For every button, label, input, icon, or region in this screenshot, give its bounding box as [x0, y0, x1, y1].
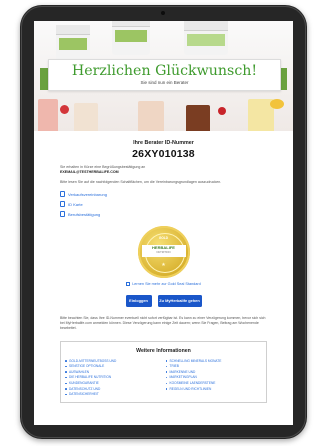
- document-link-id-card[interactable]: ID Karte: [60, 201, 267, 208]
- congrats-subtitle: Sie sind nun ein Berater: [140, 80, 189, 85]
- product-container-right: [184, 21, 228, 55]
- info-link[interactable]: KOOSMEINE LAENDERSTENE: [165, 381, 263, 386]
- info-link[interactable]: DATENSCHUTZ UND: [65, 387, 162, 392]
- seal-band: HERBALIFE NUTRITION: [141, 244, 186, 257]
- seal-tagline: NUTRITION: [156, 250, 171, 254]
- seal-top-text: GOLD: [158, 235, 169, 240]
- more-info-col-left: GOLD-MITTERNEUTBOSS UND SENSTIGE OPTIONA…: [65, 359, 162, 398]
- info-link[interactable]: TRIEB: [165, 364, 263, 369]
- main-content: Ihre Berater ID-Nummer 26XY010138 Sie er…: [34, 131, 293, 403]
- document-label: ID Karte: [68, 201, 83, 207]
- more-info-columns: GOLD-MITTERNEUTBOSS UND SENSTIGE OPTIONA…: [65, 359, 262, 398]
- congrats-banner: Herzlichen Glückwunsch! Sie sind nun ein…: [48, 59, 281, 91]
- cherry-image: [218, 107, 226, 115]
- gold-seal-container: GOLD HERBALIFE NUTRITION ★: [60, 225, 267, 278]
- shake-glass-cream: [74, 103, 98, 131]
- info-link[interactable]: REGELN UND RICHTLINIEN: [165, 387, 263, 392]
- shake-glass-pink: [38, 99, 58, 131]
- info-link[interactable]: SCHNELLING MINERALS MONATE: [165, 359, 263, 364]
- document-label: Berufsbestätigung: [68, 211, 101, 217]
- more-info-col-right: SCHNELLING MINERALS MONATE TRIEB MARKENN…: [165, 359, 263, 398]
- external-link-icon: [126, 281, 131, 286]
- tablet-frame: Herzlichen Glückwunsch! Sie sind nun ein…: [20, 5, 307, 439]
- info-link[interactable]: MARKENNE UND: [165, 370, 263, 375]
- info-link[interactable]: AUSWAHLEN: [65, 370, 162, 375]
- document-label: Verkaufsvereinbarung: [68, 191, 107, 197]
- camera-dot: [161, 11, 165, 15]
- congrats-title: Herzlichen Glückwunsch!: [71, 63, 258, 79]
- tablet-screen: Herzlichen Glückwunsch! Sie sind nun ein…: [34, 21, 293, 425]
- info-link[interactable]: GOLD-MITTERNEUTBOSS UND: [65, 359, 162, 364]
- info-link[interactable]: MARKETINGPLAN: [165, 375, 263, 380]
- gold-seal-badge: GOLD HERBALIFE NUTRITION ★: [137, 225, 190, 278]
- more-info-title: Weitere Informationen: [136, 347, 191, 354]
- intro-paragraph: Sie erhalten in Kürze eine Begrüßungsbes…: [60, 165, 267, 175]
- document-icon: [60, 201, 65, 208]
- go-to-myherbalife-button[interactable]: Zu MyHerbalife gehen: [157, 294, 202, 307]
- id-label: Ihre Berater ID-Nummer: [133, 140, 194, 146]
- gold-seal-link[interactable]: Lernen Sie mehr zur Gold Seal Standard: [60, 281, 267, 286]
- star-icon: ★: [161, 261, 166, 268]
- hero-banner: Herzlichen Glückwunsch! Sie sind nun ein…: [34, 21, 293, 131]
- shake-glass-chocolate: [186, 105, 210, 131]
- info-link[interactable]: KUNDENGARANTIE: [65, 381, 162, 386]
- product-container-center: [112, 21, 150, 55]
- delay-notice: Bitte beachten Sie, dass Ihre ID-Nummer …: [60, 315, 266, 330]
- login-button[interactable]: Einloggen: [125, 294, 152, 307]
- intro-paragraph-2: Bitte lesen Sie auf die nachfolgenden Sc…: [60, 180, 222, 185]
- intro-email: EXEMAIL@TESTHERBALIFE.COM: [60, 170, 119, 175]
- id-number: 26XY010138: [132, 148, 195, 160]
- strawberry-image: [60, 105, 69, 114]
- info-link[interactable]: SENSTIGE OPTIONALE: [65, 364, 162, 369]
- document-link-confirmation[interactable]: Berufsbestätigung: [60, 211, 267, 218]
- info-link[interactable]: DIE HERBALIFE NUTRITION: [65, 375, 162, 380]
- pineapple-image: [270, 99, 284, 109]
- button-row: Einloggen Zu MyHerbalife gehen: [60, 294, 267, 307]
- shake-glass-peach: [138, 101, 164, 131]
- document-icon: [60, 191, 65, 198]
- document-icon: [60, 211, 65, 218]
- intro-text-1: Sie erhalten in Kürze eine Begrüßungsbes…: [60, 165, 146, 169]
- gold-seal-link-label: Lernen Sie mehr zur Gold Seal Standard: [132, 281, 201, 286]
- info-link[interactable]: DATENSICHERHEIT: [65, 392, 162, 397]
- more-info-box: Weitere Informationen GOLD-MITTERNEUTBOS…: [60, 340, 267, 403]
- document-link-sales-agreement[interactable]: Verkaufsvereinbarung: [60, 191, 267, 198]
